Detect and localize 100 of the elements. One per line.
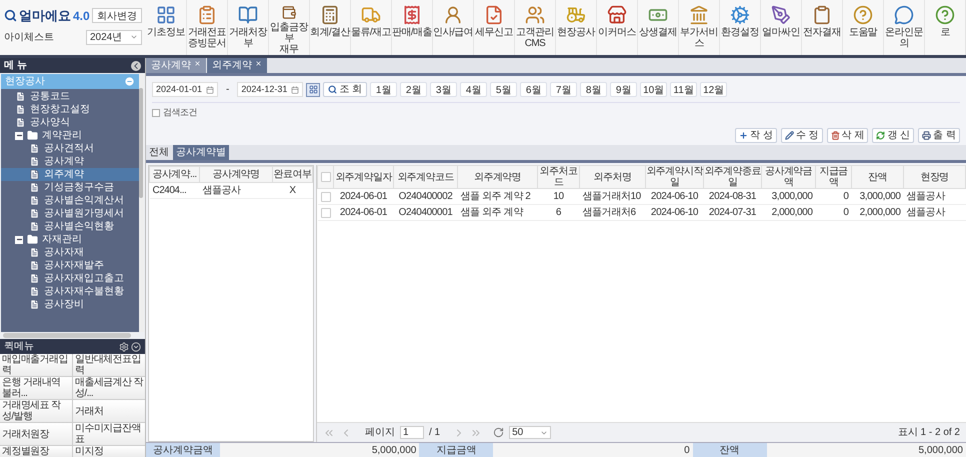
tree-item[interactable]: 공사양식 (1, 116, 139, 129)
search-button[interactable]: 조 회 (323, 82, 368, 97)
quick-menu-item[interactable]: 거래명세표 작성/발행 (0, 400, 72, 422)
settings-icon[interactable] (119, 342, 129, 352)
scrollbar[interactable] (139, 88, 143, 198)
column-header[interactable]: 현장명 (904, 166, 966, 188)
collapse-icon[interactable] (15, 236, 23, 244)
month-button[interactable]: 9월 (610, 82, 638, 97)
toolbar-button[interactable]: 수 정 (780, 128, 823, 142)
view-tab[interactable]: 전체 (146, 145, 172, 160)
column-header[interactable]: 외주처명 (580, 166, 646, 188)
date-field[interactable]: 2024-01-01 (152, 82, 218, 97)
menu-item[interactable]: 인사/급여 (433, 0, 474, 55)
change-company-button[interactable]: 회사변경 (92, 8, 142, 24)
quick-menu-item[interactable]: 미수미지급잔액표 (73, 423, 145, 445)
date-field[interactable]: 2024-12-31 (237, 82, 304, 97)
menu-item[interactable]: 도움말 (843, 0, 884, 55)
row-checkbox[interactable] (320, 192, 330, 202)
quick-menu-item[interactable]: 매출세금계산 작성/... (73, 377, 145, 399)
column-header[interactable]: 외주계약명 (458, 166, 538, 188)
close-icon[interactable] (255, 60, 262, 67)
tree-item[interactable]: 공사자재수불현황 (1, 285, 139, 298)
toolbar-button[interactable]: 삭 제 (826, 128, 868, 142)
column-header[interactable]: 공사계약금액 (762, 166, 816, 188)
tree-item[interactable]: 공사장비 (1, 298, 139, 311)
column-header[interactable]: 외주계약코드 (394, 166, 458, 188)
month-button[interactable]: 10월 (640, 82, 668, 97)
quick-menu-item[interactable]: 은행 거래내역 불러... (0, 377, 72, 399)
quick-menu-item[interactable]: 매입매출거래입력 (0, 354, 72, 376)
month-button[interactable]: 4월 (460, 82, 488, 97)
column-header[interactable]: 지급금액 (816, 166, 852, 188)
document-tab[interactable]: 외주계약 (207, 58, 267, 73)
collapse-icon[interactable] (131, 60, 141, 70)
tree-item[interactable]: 공사자재입고출고 (1, 272, 139, 285)
menu-item[interactable]: 현장공사 (556, 0, 597, 55)
tree-item[interactable]: 공사별손익현황 (1, 220, 139, 233)
view-tab[interactable]: 공사계약별 (173, 145, 229, 160)
menu-item[interactable]: 세무신고 (474, 0, 515, 55)
column-header[interactable]: 외주계약종료일 (704, 166, 762, 188)
tree-item[interactable]: 공사별손익계산서 (1, 194, 139, 207)
tree-item[interactable]: 공사별원가명세서 (1, 207, 139, 220)
menu-item[interactable]: 전자결재 (802, 0, 843, 55)
tree-item[interactable]: 현장창고설정 (1, 103, 139, 116)
month-button[interactable]: 7월 (550, 82, 578, 97)
menu-item[interactable]: 이커머스 (597, 0, 638, 55)
menu-item[interactable]: 부가서비스 (679, 0, 720, 55)
quick-menu-item[interactable]: 일반대체전표입력 (73, 354, 145, 376)
column-header[interactable]: 외주처코드 (538, 166, 580, 188)
month-button[interactable]: 12월 (700, 82, 728, 97)
calendar-icon[interactable] (291, 86, 300, 94)
month-button[interactable]: 5월 (490, 82, 518, 97)
column-header[interactable]: 공사계약명 (200, 166, 272, 182)
toolbar-button[interactable]: 갱 신 (872, 128, 914, 142)
page-size-select[interactable]: 50 (509, 426, 552, 439)
quick-menu-item[interactable]: 거래처원장 (0, 423, 72, 445)
menu-item[interactable]: 로 (925, 0, 966, 55)
month-button[interactable]: 1월 (370, 82, 398, 97)
menu-item[interactable]: 고객관리 CMS (515, 0, 556, 55)
menu-item[interactable]: 기초정보 (146, 0, 187, 55)
select-all-checkbox[interactable] (320, 172, 330, 182)
page-field[interactable]: 1 (400, 426, 424, 439)
menu-item[interactable]: 회계/결산 (310, 0, 351, 55)
tree-item[interactable]: 계약관리 (1, 129, 139, 142)
menu-item[interactable]: 거래처장부 (228, 0, 269, 55)
tree-item[interactable]: 외주계약 (1, 168, 139, 181)
month-button[interactable]: 3월 (430, 82, 458, 97)
column-header[interactable]: 공사계약... (150, 166, 200, 182)
month-button[interactable]: 2월 (400, 82, 428, 97)
calendar-icon[interactable] (206, 86, 214, 94)
tree-item[interactable]: 공통코드 (1, 90, 139, 103)
calendar-button[interactable] (306, 82, 320, 96)
menu-item[interactable]: 물류/재고 (351, 0, 392, 55)
tree-item[interactable]: 기성금청구수금 (1, 181, 139, 194)
menu-item[interactable]: 얼마싸인 (761, 0, 802, 55)
month-button[interactable]: 8월 (580, 82, 608, 97)
column-header[interactable]: 완료여부 (272, 166, 312, 182)
tree-item[interactable]: 공사자재 (1, 246, 139, 259)
column-header[interactable]: 외주계약시작일 (646, 166, 704, 188)
scrollbar[interactable] (3, 333, 131, 338)
menu-item[interactable]: 거래전표 증빙문서 (187, 0, 228, 55)
tree-item[interactable]: 공사견적서 (1, 142, 139, 155)
month-button[interactable]: 11월 (670, 82, 698, 97)
year-select[interactable]: 2024년 (86, 30, 142, 44)
quick-menu-item[interactable]: 계정별원장 (0, 446, 72, 457)
quick-menu-item[interactable]: 미지정 (73, 446, 145, 457)
month-button[interactable]: 6월 (520, 82, 548, 97)
quick-menu-item[interactable]: 거래처 (73, 400, 145, 422)
menu-item[interactable]: 환경설정 (720, 0, 761, 55)
menu-item[interactable]: 입출금장부 재무 (269, 0, 310, 55)
menu-item[interactable]: 온라인문의 (884, 0, 925, 55)
toolbar-button[interactable]: 출 력 (918, 128, 960, 142)
tree-item[interactable]: 공사계약 (1, 155, 139, 168)
close-icon[interactable] (194, 60, 201, 67)
toolbar-button[interactable]: 작 성 (735, 128, 777, 142)
tree-item[interactable]: 자재관리 (1, 233, 139, 246)
column-header[interactable]: 잔액 (852, 166, 904, 188)
tree-item[interactable]: 공사자재발주 (1, 259, 139, 272)
expand-icon[interactable] (131, 342, 141, 352)
condition-checkbox[interactable] (152, 108, 160, 117)
column-header[interactable]: 외주계약일자 (334, 166, 394, 188)
